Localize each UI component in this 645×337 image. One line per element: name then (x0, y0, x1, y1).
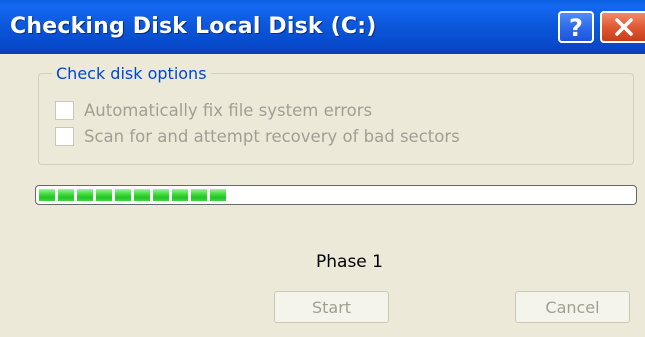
progress-block (58, 189, 74, 201)
progress-bar (35, 185, 637, 205)
start-button[interactable]: Start (274, 291, 389, 323)
svg-text:?: ? (569, 14, 583, 40)
progress-fill (39, 189, 229, 201)
progress-block (172, 189, 188, 201)
title-bar[interactable]: Checking Disk Local Disk (C:) ? (0, 0, 645, 54)
fix-errors-checkbox[interactable] (55, 101, 74, 120)
close-icon (615, 18, 633, 36)
check-disk-options-group: Check disk options Automatically fix fil… (38, 64, 634, 165)
progress-block (96, 189, 112, 201)
scan-bad-sectors-checkbox[interactable] (55, 127, 74, 146)
phase-status: Phase 1 (316, 252, 383, 272)
window-title: Checking Disk Local Disk (C:) (10, 14, 377, 39)
fix-errors-option[interactable]: Automatically fix file system errors (55, 101, 372, 120)
help-button[interactable]: ? (558, 11, 594, 43)
progress-block (191, 189, 207, 201)
close-button[interactable] (600, 11, 645, 43)
cancel-button[interactable]: Cancel (515, 291, 630, 323)
progress-block (115, 189, 131, 201)
progress-block (153, 189, 169, 201)
help-icon: ? (569, 14, 583, 40)
progress-block (210, 189, 226, 201)
progress-block (39, 189, 55, 201)
group-legend: Check disk options (52, 64, 211, 83)
progress-block (134, 189, 150, 201)
progress-block (77, 189, 93, 201)
scan-bad-sectors-label: Scan for and attempt recovery of bad sec… (84, 127, 460, 146)
fix-errors-label: Automatically fix file system errors (84, 101, 373, 120)
check-disk-dialog: Checking Disk Local Disk (C:) ? Check di… (0, 0, 645, 337)
scan-bad-sectors-option[interactable]: Scan for and attempt recovery of bad sec… (55, 127, 460, 146)
